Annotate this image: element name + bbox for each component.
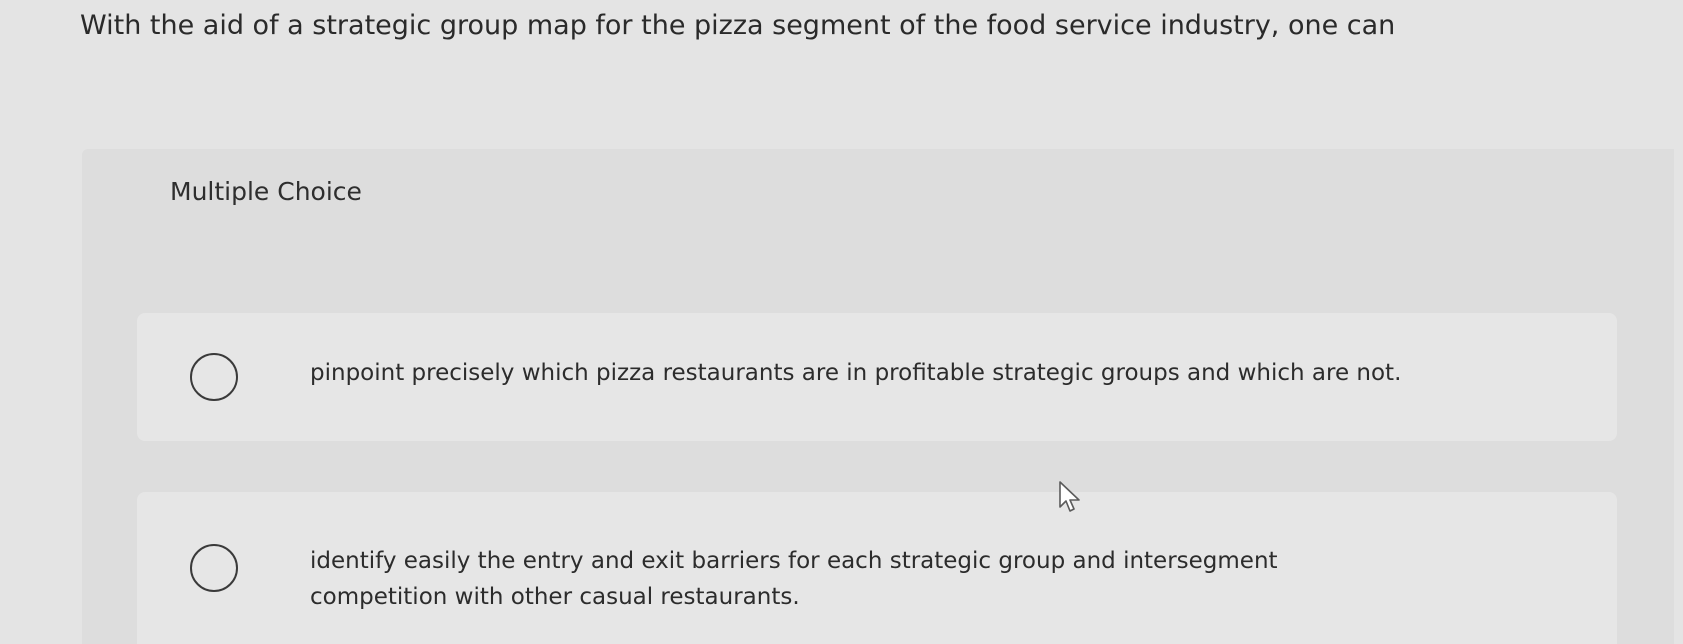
answer-option-2[interactable]: identify easily the entry and exit barri…	[137, 492, 1617, 644]
answer-option-2-text[interactable]: identify easily the entry and exit barri…	[310, 543, 1360, 615]
question-text: With the aid of a strategic group map fo…	[80, 10, 1396, 41]
answer-option-1-text[interactable]: pinpoint precisely which pizza restauran…	[310, 355, 1401, 391]
radio-button-option-2[interactable]	[190, 544, 238, 592]
answer-option-1[interactable]: pinpoint precisely which pizza restauran…	[137, 313, 1617, 441]
mouse-pointer-icon	[1059, 481, 1080, 512]
multiple-choice-panel: Multiple Choice pinpoint precisely which…	[82, 149, 1674, 644]
multiple-choice-label: Multiple Choice	[170, 177, 362, 206]
radio-button-option-1[interactable]	[190, 353, 238, 401]
